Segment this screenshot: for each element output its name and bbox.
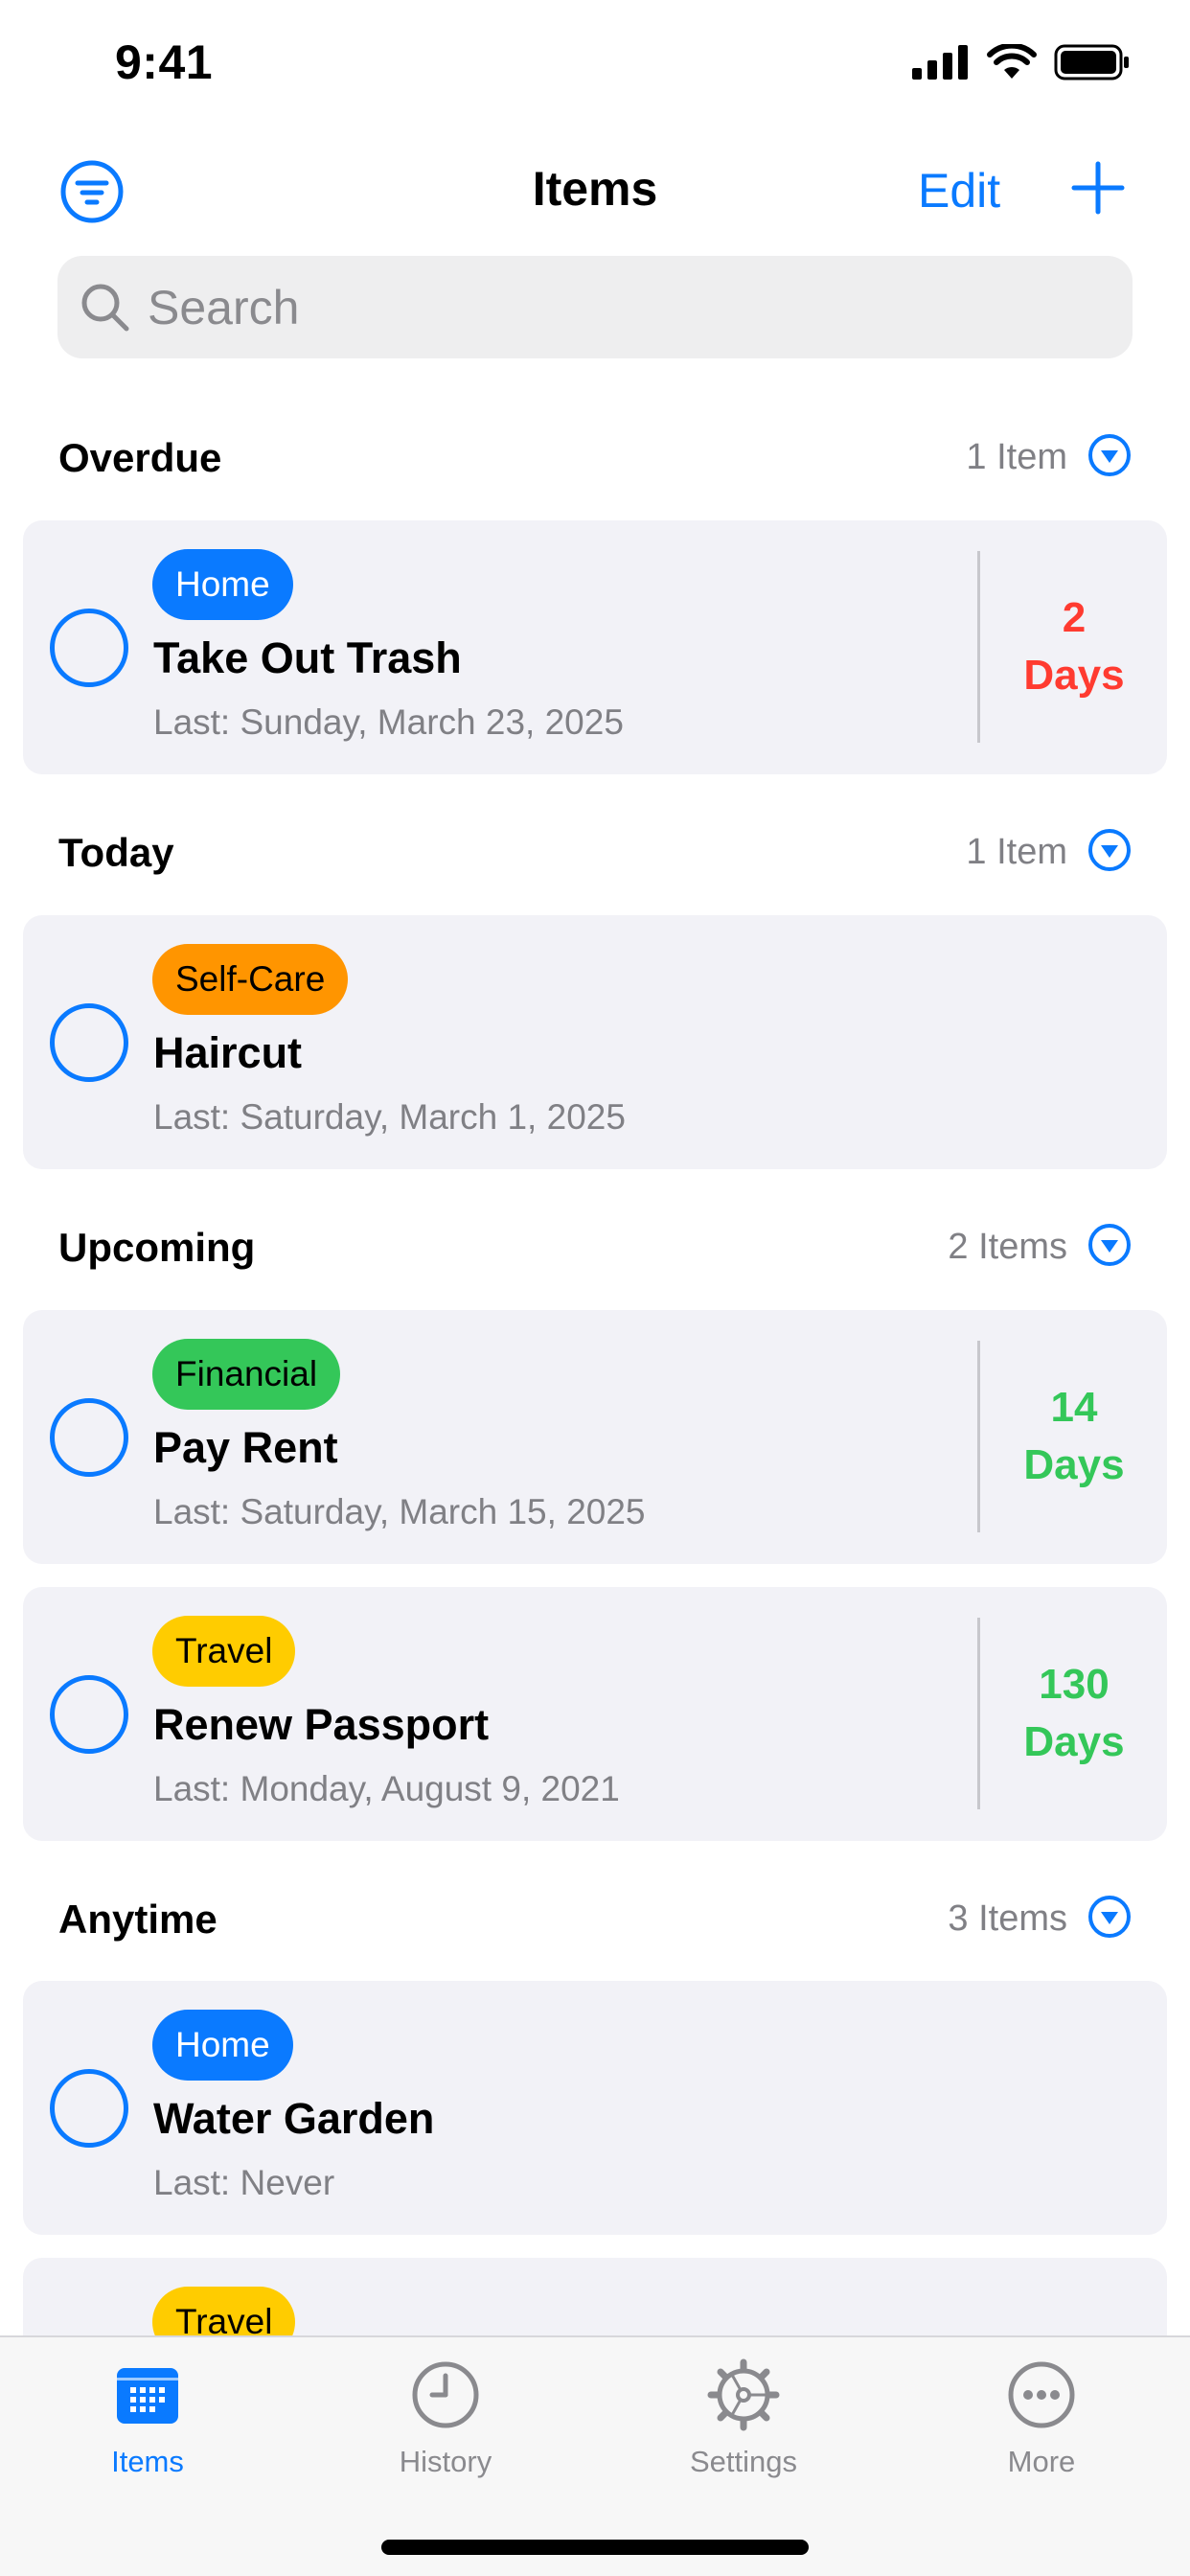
- item-title: Haircut: [153, 1028, 303, 1077]
- days-unit: Days: [1023, 652, 1125, 699]
- divider: [977, 1618, 980, 1809]
- search-icon: [81, 284, 129, 332]
- item-title: Pay Rent: [153, 1423, 338, 1472]
- item-title: Water Garden: [153, 2094, 435, 2143]
- status-bar: 9:41: [0, 0, 1190, 134]
- plus-icon[interactable]: [1071, 161, 1125, 215]
- status-icons: [912, 44, 1131, 80]
- complete-checkbox[interactable]: [50, 1003, 128, 1082]
- ellipsis-circle-icon: [1008, 2361, 1075, 2428]
- section-count: 2 Items: [948, 1227, 1067, 1267]
- battery-icon: [1054, 44, 1129, 80]
- complete-checkbox[interactable]: [50, 2069, 128, 2148]
- divider: [977, 1341, 980, 1532]
- tab-label: Settings: [689, 2445, 797, 2478]
- home-indicator: [381, 2540, 809, 2555]
- complete-checkbox[interactable]: [50, 1675, 128, 1754]
- item-last-date: Last: Never: [153, 2163, 335, 2202]
- section-header-upcoming: Upcoming 2 Items: [0, 1208, 1190, 1284]
- category-tag: Travel: [152, 1616, 296, 1687]
- status-time: 9:41: [115, 35, 214, 89]
- tab-more[interactable]: More: [927, 2357, 1156, 2479]
- tab-history[interactable]: History: [331, 2357, 561, 2479]
- category-tag: Financial: [152, 1339, 341, 1410]
- gear-icon: [707, 2358, 780, 2431]
- chevron-down-circle-icon[interactable]: [1087, 432, 1133, 478]
- section-count: 3 Items: [948, 1898, 1067, 1939]
- item-last-date: Last: Sunday, March 23, 2025: [153, 702, 624, 742]
- search-input[interactable]: [148, 256, 1106, 358]
- days-remaining: 14 Days: [981, 1379, 1167, 1494]
- list-item[interactable]: Home Take Out Trash Last: Sunday, March …: [23, 520, 1167, 774]
- section-title: Anytime: [58, 1897, 217, 1942]
- days-unit: Days: [1023, 1718, 1125, 1765]
- section-title: Overdue: [58, 435, 222, 480]
- days-number: 130: [1039, 1661, 1110, 1708]
- section-header-today: Today 1 Item: [0, 813, 1190, 889]
- days-remaining: 2 Days: [981, 589, 1167, 704]
- cellular-signal-icon: [912, 45, 968, 80]
- item-last-date: Last: Saturday, March 1, 2025: [153, 1097, 626, 1137]
- category-tag: Home: [152, 549, 293, 620]
- days-number: 2: [1062, 594, 1087, 641]
- list-item[interactable]: Financial Pay Rent Last: Saturday, March…: [23, 1310, 1167, 1564]
- chevron-down-circle-icon[interactable]: [1087, 827, 1133, 873]
- days-number: 14: [1050, 1384, 1098, 1431]
- complete-checkbox[interactable]: [50, 609, 128, 687]
- clock-icon: [412, 2361, 479, 2428]
- days-unit: Days: [1023, 1441, 1125, 1488]
- item-title: Take Out Trash: [153, 633, 462, 682]
- section-count: 1 Item: [966, 437, 1067, 477]
- item-title: Renew Passport: [153, 1700, 490, 1749]
- navigation-bar: Items Edit: [0, 144, 1190, 240]
- page-title: Items: [532, 162, 658, 216]
- section-title: Today: [58, 830, 174, 875]
- chevron-down-circle-icon[interactable]: [1087, 1894, 1133, 1940]
- list-item[interactable]: Home Water Garden Last: Never: [23, 1981, 1167, 2235]
- tab-items[interactable]: Items: [33, 2357, 263, 2479]
- tab-label: Items: [111, 2445, 184, 2478]
- list-item[interactable]: Travel Renew Passport Last: Monday, Augu…: [23, 1587, 1167, 1841]
- section-header-overdue: Overdue 1 Item: [0, 418, 1190, 494]
- divider: [977, 551, 980, 743]
- item-last-date: Last: Saturday, March 15, 2025: [153, 1492, 646, 1531]
- search-bar[interactable]: [57, 256, 1133, 358]
- section-count: 1 Item: [966, 832, 1067, 872]
- list-item[interactable]: Self-Care Haircut Last: Saturday, March …: [23, 915, 1167, 1169]
- edit-button[interactable]: Edit: [918, 163, 1000, 218]
- tab-label: History: [399, 2445, 492, 2478]
- category-tag: Self-Care: [152, 944, 349, 1015]
- days-remaining: 130 Days: [981, 1656, 1167, 1771]
- calendar-icon: [117, 2368, 178, 2424]
- item-last-date: Last: Monday, August 9, 2021: [153, 1769, 620, 1808]
- tab-label: More: [1007, 2445, 1076, 2478]
- section-header-anytime: Anytime 3 Items: [0, 1879, 1190, 1956]
- complete-checkbox[interactable]: [50, 1398, 128, 1477]
- wifi-icon: [987, 44, 1037, 79]
- chevron-down-circle-icon[interactable]: [1087, 1222, 1133, 1268]
- section-title: Upcoming: [58, 1225, 256, 1270]
- category-tag: Home: [152, 2010, 293, 2081]
- tab-settings[interactable]: Settings: [629, 2357, 858, 2479]
